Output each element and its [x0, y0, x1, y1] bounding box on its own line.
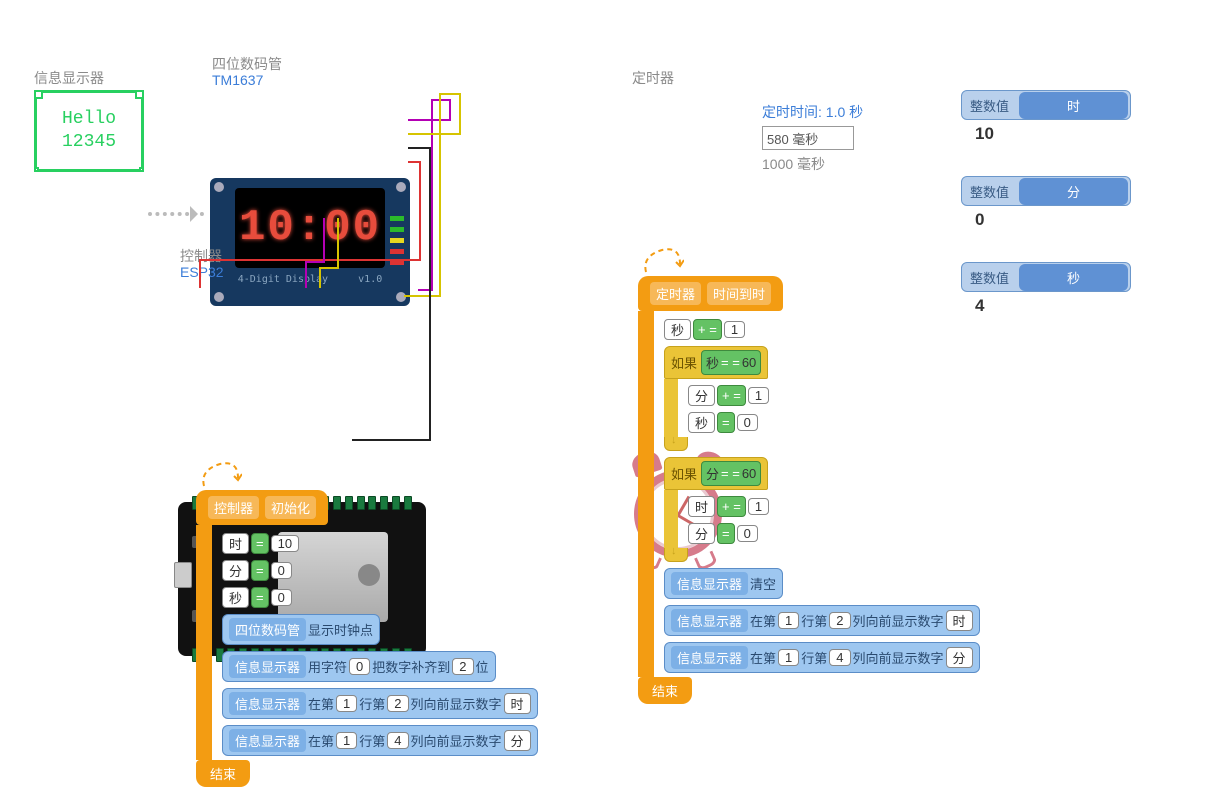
monitor-minute: 整数值 分 0 [961, 176, 1131, 240]
event-subject: 定时器 [650, 282, 701, 305]
monitor-var: 分 [1019, 178, 1128, 205]
data-flow-arrow-icon [148, 212, 204, 218]
loop-arrow-icon [198, 460, 242, 490]
assign-stmt[interactable]: 秒 = 0 [222, 587, 292, 608]
timer-title: 定时器 [632, 68, 674, 88]
timer-elapsed-input[interactable] [762, 126, 854, 150]
tm1637-footer-left: 4-Digit Display [238, 274, 328, 285]
info-display-title: 信息显示器 [34, 68, 104, 88]
controller-model: ESP32 [180, 264, 224, 280]
event-hat[interactable]: 定时器 时间到时 [638, 276, 783, 311]
tm1637-screen: 10:00 [235, 188, 385, 268]
if-end [664, 437, 688, 451]
event-hat[interactable]: 控制器 初始化 [196, 490, 328, 525]
timer-interval-label: 1000 毫秒 [762, 154, 825, 174]
info-display-lcd: Hello 12345 [34, 90, 144, 172]
loop-arrow-icon [640, 246, 684, 276]
esp32-usb-port [174, 562, 192, 588]
tm1637-show-colon-stmt[interactable]: 四位数码管 显示时钟点 [222, 614, 380, 645]
timer-event-block[interactable]: 定时器 时间到时 秒 + = 1 如果 秒 = = 60 分 + = [638, 276, 986, 704]
tm1637-module: 10:00 4-Digit Display v1.0 [210, 178, 410, 306]
assign-stmt[interactable]: 分 = 0 [222, 560, 292, 581]
tm1637-model: TM1637 [212, 72, 263, 88]
monitor-hour-value: 10 [975, 124, 1131, 144]
monitor-label: 整数值 [962, 92, 1017, 119]
monitor-label: 整数值 [962, 178, 1017, 205]
assign-stmt[interactable]: 分 = 0 [688, 523, 758, 544]
event-subject: 控制器 [208, 496, 259, 519]
monitor-hour: 整数值 时 10 [961, 90, 1131, 154]
monitor-second: 整数值 秒 4 [961, 262, 1131, 326]
if-block[interactable]: 如果 秒 = = 60 分 + = 1 秒 = 0 [664, 346, 773, 451]
assign-stmt[interactable]: 时 + = 1 [688, 496, 769, 517]
event-trigger: 时间到时 [707, 282, 771, 305]
info-print-stmt[interactable]: 信息显示器 在第 1 行第 2 列向前显示数字 时 [664, 605, 980, 636]
info-print-stmt[interactable]: 信息显示器 在第 1 行第 4 列向前显示数字 分 [222, 725, 538, 756]
tm1637-footer-right: v1.0 [358, 274, 382, 285]
monitor-var: 时 [1019, 92, 1128, 119]
assign-stmt[interactable]: 秒 + = 1 [664, 319, 745, 340]
if-block[interactable]: 如果 分 = = 60 时 + = 1 分 = 0 [664, 457, 773, 562]
monitor-second-value: 4 [975, 296, 1131, 316]
tm1637-title: 四位数码管 [212, 54, 282, 74]
assign-stmt[interactable]: 分 + = 1 [688, 385, 769, 406]
lcd-line1: Hello [62, 108, 116, 131]
timer-duration-label: 定时时间: 1.0 秒 [762, 102, 863, 122]
info-pad-stmt[interactable]: 信息显示器 用字符 0 把数字补齐到 2 位 [222, 651, 496, 682]
info-print-stmt[interactable]: 信息显示器 在第 1 行第 4 列向前显示数字 分 [664, 642, 980, 673]
if-end [664, 548, 688, 562]
controller-title: 控制器 [180, 246, 222, 266]
event-trigger: 初始化 [265, 496, 316, 519]
event-end: 结束 [638, 677, 692, 704]
event-end: 结束 [196, 760, 250, 787]
monitor-minute-value: 0 [975, 210, 1131, 230]
assign-stmt[interactable]: 秒 = 0 [688, 412, 758, 433]
tm1637-pins [390, 216, 404, 265]
assign-stmt[interactable]: 时 = 10 [222, 533, 299, 554]
controller-init-block[interactable]: 控制器 初始化 时 = 10 分 = 0 秒 = 0 四位数码管 显示时钟点 信… [196, 490, 544, 787]
monitor-var: 秒 [1019, 264, 1128, 291]
lcd-line2: 12345 [62, 131, 116, 154]
info-print-stmt[interactable]: 信息显示器 在第 1 行第 2 列向前显示数字 时 [222, 688, 538, 719]
info-clear-stmt[interactable]: 信息显示器 清空 [664, 568, 783, 599]
